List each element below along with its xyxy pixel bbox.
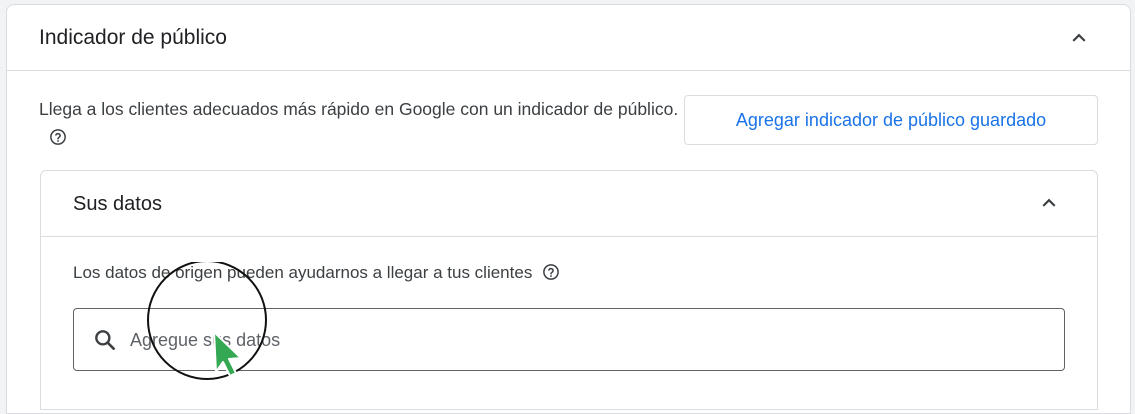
- help-circle-icon[interactable]: [49, 128, 67, 146]
- chevron-up-icon[interactable]: [1066, 25, 1092, 51]
- section-description: Llega a los clientes adecuados más rápid…: [39, 95, 679, 151]
- section-description-text: Llega a los clientes adecuados más rápid…: [39, 99, 679, 119]
- your-data-description-text: Los datos de origen pueden ayudarnos a l…: [73, 263, 533, 282]
- audience-signal-card: Indicador de público Llega a los cliente…: [6, 4, 1131, 414]
- search-icon: [92, 327, 118, 353]
- chevron-up-icon[interactable]: [1036, 190, 1062, 216]
- add-saved-audience-signal-button[interactable]: Agregar indicador de público guardado: [684, 95, 1098, 145]
- audience-signal-header[interactable]: Indicador de público: [7, 5, 1130, 71]
- your-data-search-input[interactable]: [130, 321, 1030, 359]
- help-circle-icon[interactable]: [542, 263, 560, 281]
- your-data-card: Sus datos Los datos de origen pueden ayu…: [40, 170, 1098, 410]
- your-data-search-box[interactable]: [73, 308, 1065, 371]
- section-title: Indicador de público: [39, 26, 227, 49]
- your-data-header[interactable]: Sus datos: [41, 171, 1097, 237]
- your-data-title: Sus datos: [73, 193, 162, 215]
- your-data-description: Los datos de origen pueden ayudarnos a l…: [73, 261, 560, 285]
